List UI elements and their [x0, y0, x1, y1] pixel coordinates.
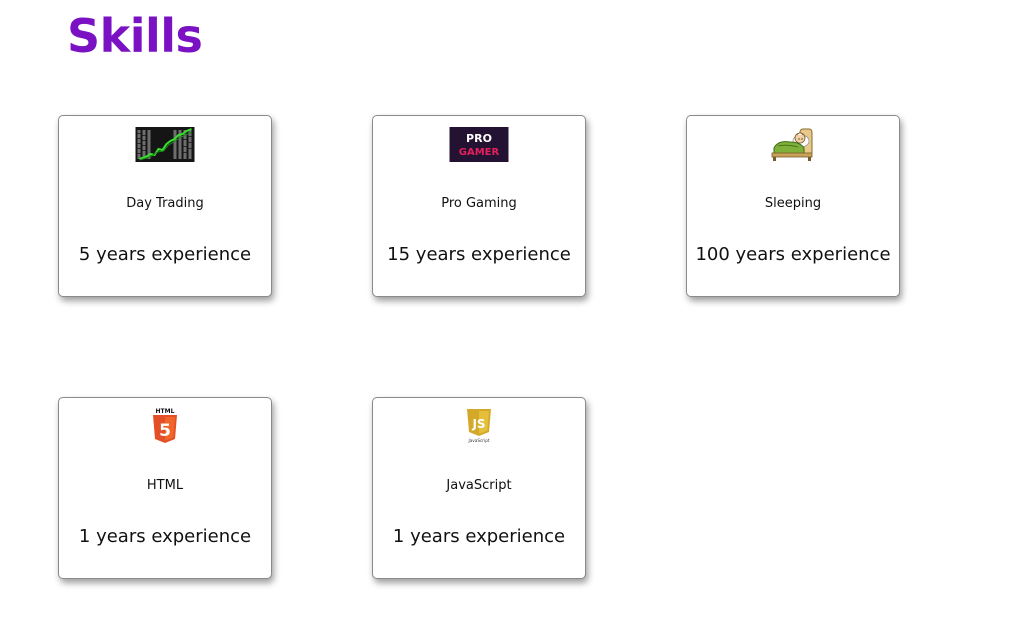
skill-card-html: HTML 5 HTML 1 years experience [58, 397, 272, 579]
skill-experience: 15 years experience [387, 244, 571, 265]
svg-text:JS: JS [471, 417, 485, 431]
skill-experience: 1 years experience [392, 526, 566, 547]
skill-experience: 1 years experience [78, 526, 252, 547]
skill-card-pro-gaming: PRO GAMER Pro Gaming 15 years experience [372, 115, 586, 297]
skill-experience: 100 years experience [695, 244, 891, 265]
html5-logo-icon: HTML 5 [151, 408, 179, 444]
svg-text:JavaScript: JavaScript [468, 438, 490, 443]
skills-grid: Day Trading 5 years experience PRO GAMER… [58, 115, 918, 579]
skill-name: Day Trading [126, 196, 204, 211]
skill-card-day-trading: Day Trading 5 years experience [58, 115, 272, 297]
skill-name: Sleeping [764, 196, 822, 211]
sleeping-in-bed-icon [770, 126, 816, 162]
skill-experience: 5 years experience [78, 244, 252, 265]
svg-text:GAMER: GAMER [459, 147, 500, 158]
pro-gamer-logo-icon: PRO GAMER [449, 126, 509, 162]
skill-name: HTML [146, 478, 184, 493]
skill-card-javascript: JS JavaScript JavaScript 1 years experie… [372, 397, 586, 579]
javascript-logo-icon: JS JavaScript [465, 408, 493, 444]
svg-text:PRO: PRO [466, 132, 492, 145]
svg-text:HTML: HTML [156, 408, 175, 415]
svg-text:5: 5 [159, 421, 171, 441]
skill-card-sleeping: Sleeping 100 years experience [686, 115, 900, 297]
skill-name: JavaScript [446, 478, 512, 493]
stock-chart-icon [135, 126, 195, 162]
skill-name: Pro Gaming [441, 196, 517, 211]
page-title: Skills [67, 9, 203, 63]
